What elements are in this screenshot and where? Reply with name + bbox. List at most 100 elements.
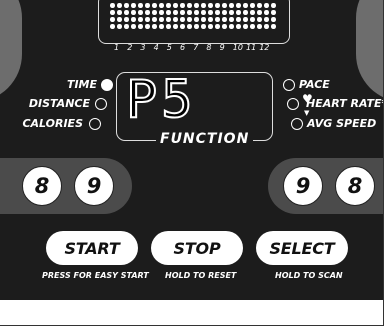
matrix-dot	[187, 17, 192, 22]
indicator-heart-rate-label: HEART RATE*	[306, 97, 384, 110]
matrix-dot	[271, 17, 276, 22]
matrix-dot	[236, 17, 241, 22]
left-roller-1[interactable]: 8	[22, 166, 62, 206]
matrix-dot	[166, 17, 171, 22]
matrix-dot	[187, 3, 192, 8]
console-panel: 1 2 3 4 5 6 7 8 9 10 11 12 TIME DISTANCE CALORIES P…	[0, 0, 384, 326]
matrix-dot	[201, 3, 206, 8]
matrix-dot	[131, 24, 136, 29]
matrix-dot	[257, 24, 262, 29]
matrix-dot	[236, 3, 241, 8]
select-hint: HOLD TO SCAN	[275, 271, 343, 280]
matrix-dot	[180, 17, 185, 22]
select-button[interactable]: SELECT	[256, 231, 348, 265]
matrix-dot	[138, 24, 143, 29]
right-roller-2[interactable]: 8	[335, 166, 375, 206]
console-face: 1 2 3 4 5 6 7 8 9 10 11 12 TIME DISTANCE CALORIES P…	[0, 0, 384, 300]
matrix-dot	[152, 3, 157, 8]
matrix-dot	[201, 17, 206, 22]
right-roller-1[interactable]: 9	[283, 166, 323, 206]
matrix-dot	[257, 3, 262, 8]
matrix-dot	[152, 17, 157, 22]
matrix-dot	[124, 10, 129, 15]
stop-hint: HOLD TO RESET	[165, 271, 237, 280]
matrix-column-number: 11	[246, 43, 257, 52]
matrix-dot	[131, 10, 136, 15]
indicator-avg-speed-label: AVG SPEED	[307, 117, 377, 130]
matrix-dot	[187, 24, 192, 29]
matrix-dot	[236, 24, 241, 29]
matrix-dot	[222, 3, 227, 8]
matrix-dot	[264, 24, 269, 29]
dot-matrix	[110, 0, 280, 30]
matrix-dot	[145, 24, 150, 29]
function-readout: P5	[125, 69, 197, 131]
matrix-dot	[159, 24, 164, 29]
matrix-dot	[110, 10, 115, 15]
matrix-dot	[194, 3, 199, 8]
left-side-trim	[0, 0, 22, 102]
indicator-distance-label: DISTANCE	[28, 97, 90, 110]
matrix-column-number: 8	[206, 43, 212, 52]
matrix-column-number: 1	[114, 43, 120, 52]
matrix-dot	[229, 17, 234, 22]
matrix-dot	[250, 10, 255, 15]
matrix-dot	[159, 17, 164, 22]
matrix-dot	[257, 17, 262, 22]
matrix-dot	[215, 3, 220, 8]
matrix-dot	[194, 17, 199, 22]
matrix-dot	[201, 24, 206, 29]
matrix-dot	[215, 24, 220, 29]
matrix-column-number: 2	[127, 43, 133, 52]
dot-matrix-column-numbers: 1 2 3 4 5 6 7 8 9 10 11 12	[114, 43, 284, 55]
matrix-dot	[201, 10, 206, 15]
matrix-dot	[110, 24, 115, 29]
matrix-column-number: 12	[259, 43, 270, 52]
matrix-dot	[215, 10, 220, 15]
matrix-dot	[145, 10, 150, 15]
matrix-dot	[138, 17, 143, 22]
indicator-pace-label: PACE	[299, 78, 330, 91]
matrix-dot	[159, 3, 164, 8]
matrix-dot	[222, 10, 227, 15]
indicator-calories-light	[89, 118, 101, 130]
matrix-dot	[208, 10, 213, 15]
matrix-dot	[173, 10, 178, 15]
matrix-dot	[173, 24, 178, 29]
matrix-dot	[117, 3, 122, 8]
matrix-dot	[208, 3, 213, 8]
matrix-dot	[222, 17, 227, 22]
matrix-column-number: 10	[232, 43, 243, 52]
matrix-dot	[264, 10, 269, 15]
matrix-dot	[264, 3, 269, 8]
indicator-time-label: TIME	[66, 78, 97, 91]
matrix-dot	[110, 3, 115, 8]
matrix-dot	[208, 24, 213, 29]
matrix-dot	[117, 24, 122, 29]
matrix-column-number: 9	[219, 43, 225, 52]
matrix-dot	[222, 24, 227, 29]
matrix-dot	[229, 3, 234, 8]
matrix-dot	[229, 24, 234, 29]
matrix-dot	[264, 17, 269, 22]
matrix-dot	[173, 3, 178, 8]
matrix-dot	[145, 17, 150, 22]
indicator-heart-rate-light	[287, 98, 299, 110]
left-roller-2[interactable]: 9	[74, 166, 114, 206]
matrix-dot	[243, 3, 248, 8]
stop-button[interactable]: STOP	[151, 231, 243, 265]
matrix-dot	[271, 10, 276, 15]
matrix-dot	[187, 10, 192, 15]
start-button[interactable]: START	[46, 231, 138, 265]
indicator-pace-light	[283, 79, 295, 91]
matrix-dot	[250, 17, 255, 22]
triangle-down-icon: ▼	[304, 109, 310, 117]
matrix-dot	[152, 10, 157, 15]
matrix-dot	[145, 3, 150, 8]
matrix-dot	[236, 10, 241, 15]
matrix-dot	[243, 24, 248, 29]
matrix-dot	[271, 24, 276, 29]
matrix-column-number: 5	[166, 43, 172, 52]
matrix-dot	[271, 3, 276, 8]
matrix-column-number: 4	[153, 43, 159, 52]
